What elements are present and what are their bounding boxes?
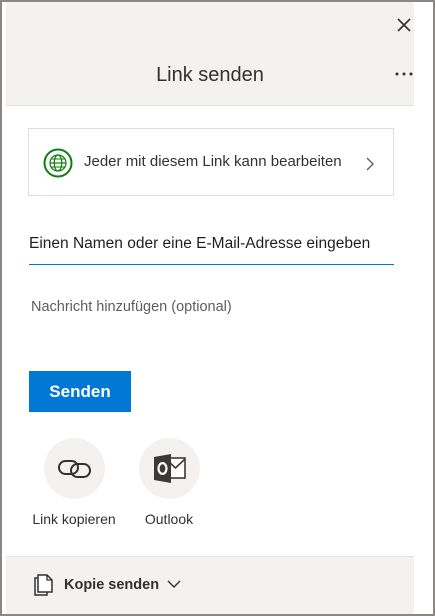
outlook-circle — [138, 438, 200, 499]
close-button[interactable] — [395, 16, 413, 34]
recipient-input[interactable] — [29, 232, 394, 256]
message-input[interactable] — [31, 292, 393, 322]
copy-link-circle — [43, 438, 105, 499]
dialog-header: Link senden — [6, 2, 414, 106]
send-button[interactable]: Senden — [29, 371, 131, 412]
copy-link-label: Link kopieren — [32, 511, 116, 527]
close-icon — [397, 18, 411, 32]
link-permission-selector[interactable]: Jeder mit diesem Link kann bearbeiten — [28, 128, 394, 196]
more-options-button[interactable] — [392, 65, 416, 81]
outlook-icon — [153, 454, 186, 483]
permission-text: Jeder mit diesem Link kann bearbeiten — [84, 153, 342, 170]
send-copy-label: Kopie senden — [64, 577, 160, 593]
dialog-footer: Kopie senden — [6, 556, 414, 614]
outlook-label: Outlook — [144, 511, 194, 527]
copy-link-option[interactable]: Link kopieren — [29, 438, 119, 533]
globe-icon — [43, 148, 73, 178]
link-icon — [57, 460, 91, 478]
send-link-dialog: Link senden Jeder mit diesem Link kann b… — [0, 0, 435, 616]
chevron-right-icon — [366, 157, 374, 171]
message-field-container — [31, 292, 393, 322]
copy-document-icon — [34, 574, 53, 596]
recipient-field-container — [29, 224, 394, 265]
more-options-icon — [395, 72, 413, 76]
dialog-title: Link senden — [156, 64, 264, 86]
outlook-option[interactable]: Outlook — [129, 438, 209, 533]
chevron-down-icon — [167, 580, 181, 588]
